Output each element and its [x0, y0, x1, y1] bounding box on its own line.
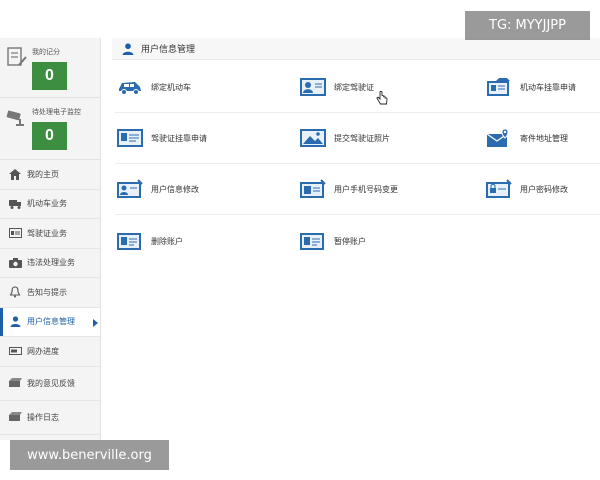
truck-icon	[8, 198, 22, 210]
tile-user-info-edit[interactable]: 用户信息修改	[115, 178, 199, 200]
score-box-monitoring[interactable]: 待处理电子监控 0	[0, 98, 100, 160]
pause-account-icon	[298, 230, 328, 252]
tile-label: 提交驾驶证照片	[334, 133, 390, 143]
user-icon	[122, 42, 134, 55]
delete-account-icon	[115, 230, 145, 252]
sidebar-item-label: 我的主页	[27, 169, 59, 179]
tile-vehicle-affiliation[interactable]: 机动车挂靠申请	[484, 76, 576, 98]
sidebar-item-home[interactable]: 我的主页	[0, 160, 100, 190]
bell-icon	[8, 286, 22, 298]
sidebar-item-license[interactable]: 驾驶证业务	[0, 219, 100, 249]
sidebar-item-feedback[interactable]: 我的意见反馈	[0, 367, 100, 401]
document-pen-icon	[7, 47, 27, 66]
feedback-icon	[8, 377, 22, 389]
page-title: 用户信息管理	[141, 45, 196, 55]
tile-license-affiliation[interactable]: 驾驶证挂靠申请	[115, 127, 207, 149]
row-divider	[115, 112, 600, 113]
tile-label: 用户密码修改	[520, 184, 568, 194]
license-doc-icon	[115, 127, 145, 149]
tile-password-change[interactable]: 用户密码修改	[484, 178, 568, 200]
score-label: 待处理电子监控	[32, 108, 81, 116]
sidebar: 我的记分 0 待处理电子监控 0 我的主页 机动车业务 驾驶证业务 违法处理业务	[0, 38, 101, 440]
tile-submit-photo[interactable]: 提交驾驶证照片	[298, 127, 390, 149]
score-value: 0	[32, 62, 67, 90]
sidebar-item-vehicle[interactable]: 机动车业务	[0, 190, 100, 219]
hand-cursor-icon	[376, 91, 388, 105]
sidebar-item-label: 告知与提示	[27, 287, 67, 297]
sidebar-item-user-info[interactable]: 用户信息管理	[0, 307, 100, 337]
tile-phone-change[interactable]: 用户手机号码变更	[298, 178, 398, 200]
sidebar-item-violation[interactable]: 违法处理业务	[0, 249, 100, 278]
id-card-icon	[298, 76, 328, 98]
mail-location-icon	[484, 127, 514, 149]
score-box-points[interactable]: 我的记分 0	[0, 38, 100, 98]
sidebar-item-label: 操作日志	[27, 412, 59, 422]
sidebar-item-label: 驾驶证业务	[27, 228, 67, 238]
tile-label: 删除账户	[151, 236, 183, 246]
log-icon	[8, 411, 22, 423]
tile-delete-account[interactable]: 删除账户	[115, 230, 183, 252]
photo-icon	[298, 127, 328, 149]
id-card-icon	[8, 227, 22, 239]
tile-bind-vehicle[interactable]: 绑定机动车	[115, 76, 191, 98]
phone-edit-icon	[298, 178, 328, 200]
camera-icon	[8, 257, 22, 269]
password-edit-icon	[484, 178, 514, 200]
sidebar-item-progress[interactable]: 网办进度	[0, 337, 100, 367]
tile-label: 绑定驾驶证	[334, 82, 374, 92]
progress-icon	[8, 345, 22, 357]
user-edit-icon	[115, 178, 145, 200]
tile-pause-account[interactable]: 暂停账户	[298, 230, 366, 252]
row-divider	[115, 214, 600, 215]
tile-mail-address[interactable]: 寄件地址管理	[484, 127, 568, 149]
tile-label: 用户手机号码变更	[334, 184, 398, 194]
tile-label: 寄件地址管理	[520, 133, 568, 143]
vehicle-doc-icon	[484, 76, 514, 98]
camera-icon	[6, 110, 24, 126]
sidebar-item-label: 用户信息管理	[27, 317, 75, 327]
watermark-label: www.benerville.org	[10, 440, 169, 470]
sidebar-item-log[interactable]: 操作日志	[0, 401, 100, 435]
tile-label: 驾驶证挂靠申请	[151, 133, 207, 143]
sidebar-item-label: 网办进度	[27, 346, 59, 356]
user-icon	[8, 316, 22, 328]
section-header: 用户信息管理	[112, 38, 600, 60]
tile-label: 绑定机动车	[151, 82, 191, 92]
sidebar-item-notice[interactable]: 告知与提示	[0, 278, 100, 308]
tile-bind-license[interactable]: 绑定驾驶证	[298, 76, 374, 98]
sidebar-item-label: 违法处理业务	[27, 258, 75, 268]
tg-overlay-label: TG: MYYJJPP	[465, 11, 590, 40]
tile-label: 暂停账户	[334, 236, 366, 246]
home-icon	[8, 168, 22, 180]
chevron-right-icon	[93, 318, 98, 327]
score-value: 0	[32, 122, 67, 150]
sidebar-item-label: 机动车业务	[27, 199, 67, 209]
sidebar-item-label: 我的意见反馈	[27, 378, 75, 388]
car-icon	[115, 76, 145, 98]
score-label: 我的记分	[32, 48, 60, 56]
row-divider	[115, 163, 600, 164]
tile-label: 用户信息修改	[151, 184, 199, 194]
tile-label: 机动车挂靠申请	[520, 82, 576, 92]
